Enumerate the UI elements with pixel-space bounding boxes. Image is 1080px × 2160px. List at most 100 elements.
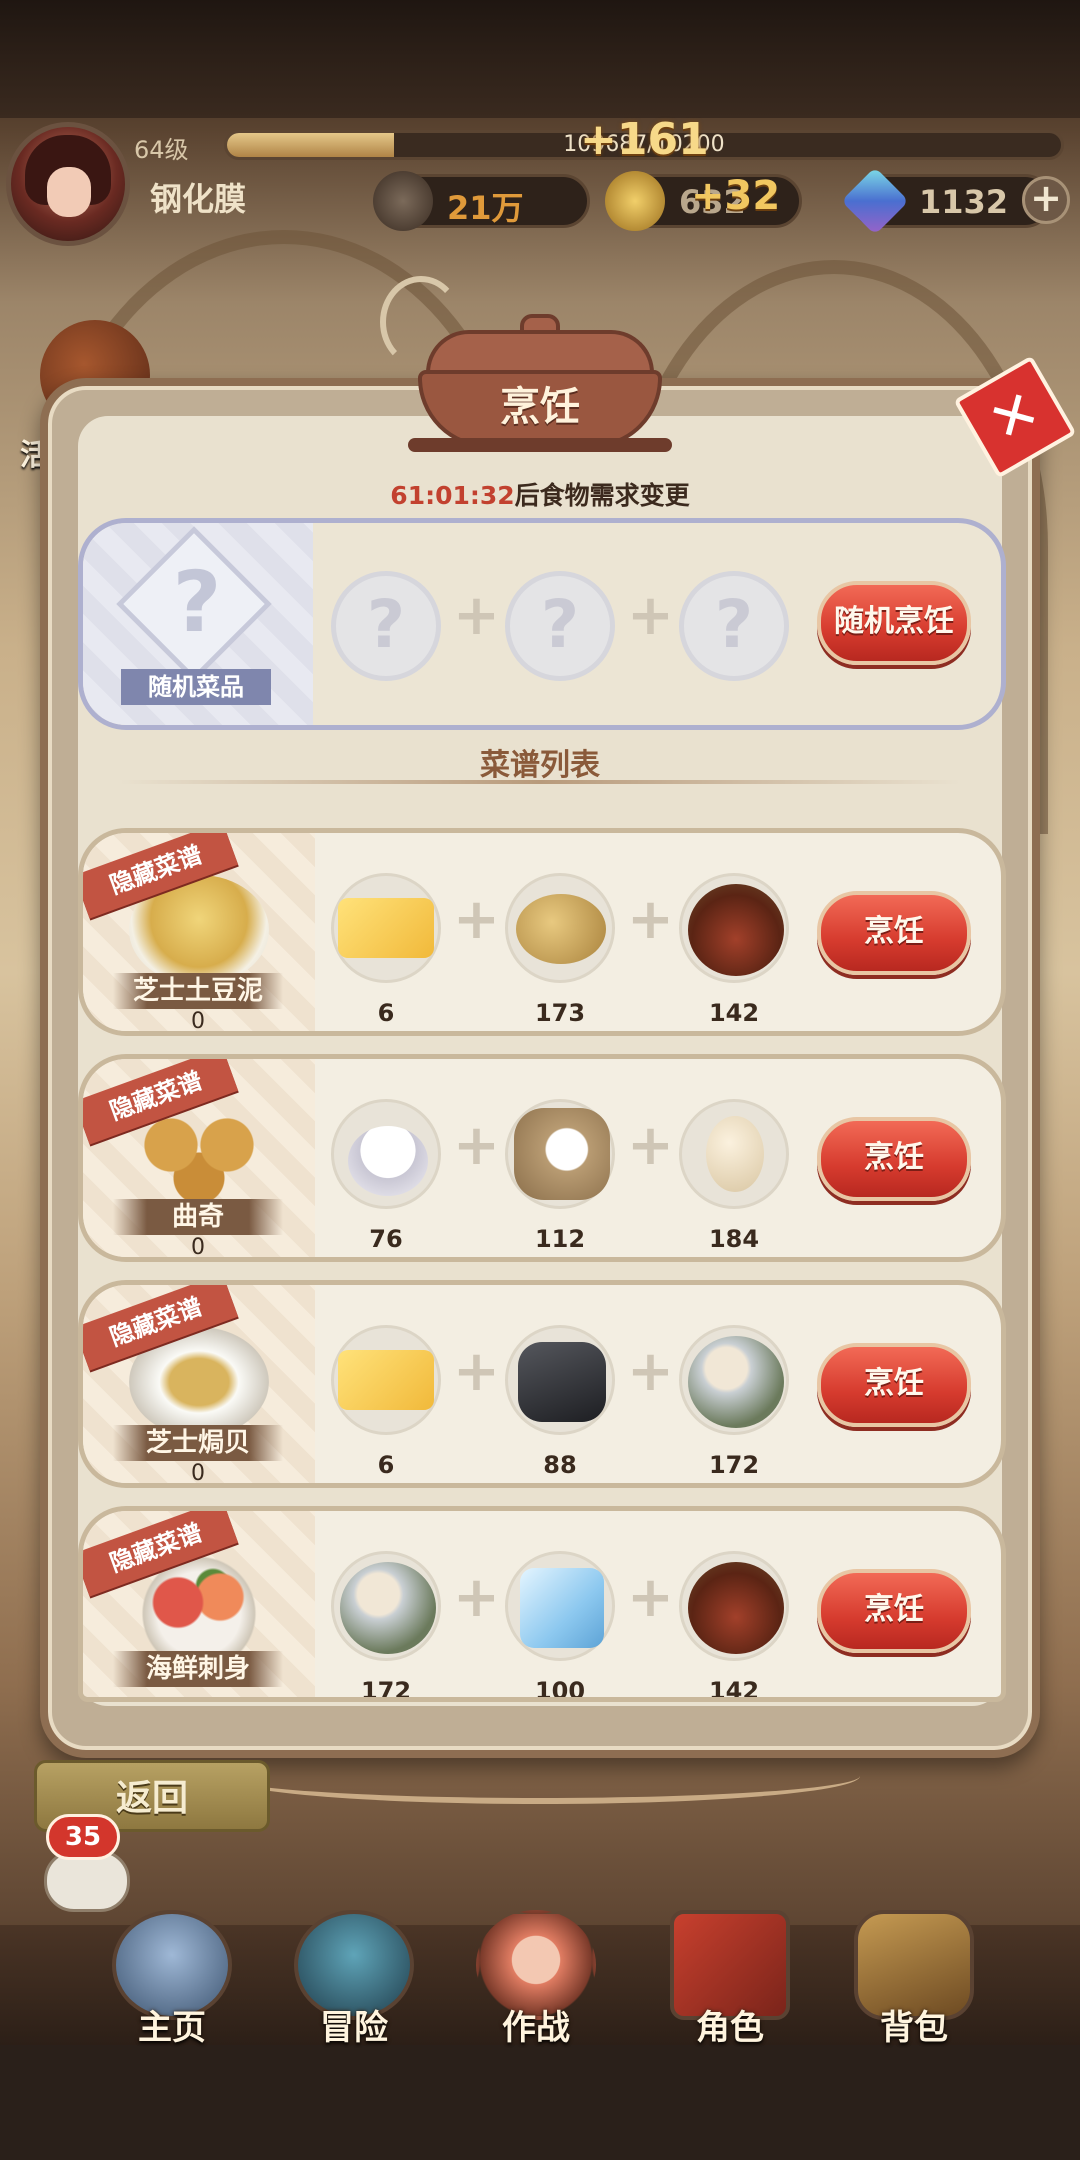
nav-adventure[interactable]: 冒险 xyxy=(274,1900,434,2050)
cheese-icon xyxy=(338,898,434,958)
cook-button[interactable]: 烹饪 xyxy=(817,1343,971,1427)
avatar-face xyxy=(47,167,91,217)
unknown-ingredient-icon: ? xyxy=(679,571,789,681)
nav-home-label: 主页 xyxy=(138,2008,206,2048)
ingredient-count: 142 xyxy=(708,999,760,1027)
ingredient-count: 112 xyxy=(534,1225,586,1253)
cook-button[interactable]: 烹饪 xyxy=(817,1117,971,1201)
ingredient-count: 88 xyxy=(543,1451,577,1479)
random-cook-button[interactable]: 随机烹饪 xyxy=(817,581,971,665)
plus-icon: + xyxy=(627,1113,674,1178)
chat-unread-badge: 35 xyxy=(46,1814,120,1860)
gold-pill: 632 +32 xyxy=(605,171,802,231)
nav-battle[interactable]: 作战 xyxy=(456,1900,616,2050)
panel-title: 烹饪 xyxy=(500,384,580,430)
recipe-count: 0 xyxy=(191,1009,205,1034)
egg-icon xyxy=(706,1116,764,1192)
salt-bowl-icon xyxy=(348,1126,428,1196)
ingredient-slot[interactable] xyxy=(505,1551,615,1661)
random-dish-name: 随机菜品 xyxy=(121,669,271,705)
nav-backpack-label: 背包 xyxy=(880,2008,948,2048)
bottom-navigation: 主页 冒险 作战 角色 背包 xyxy=(0,1900,1080,2060)
player-hud: 64级 109687/10200 +161 钢化膜 21万 632 +32 11… xyxy=(0,114,1080,268)
nav-backpack[interactable]: 背包 xyxy=(834,1900,994,2050)
ingredient-slot[interactable] xyxy=(679,873,789,983)
plus-icon: + xyxy=(453,887,500,952)
recipe-list-title: 菜谱列表 xyxy=(480,748,600,783)
player-avatar[interactable] xyxy=(6,122,130,246)
plus-icon: + xyxy=(627,1565,674,1630)
nav-adventure-label: 冒险 xyxy=(320,2008,388,2048)
recipe-dish-slot[interactable]: 隐藏菜谱 芝士土豆泥 0 xyxy=(83,833,315,1031)
swords-icon xyxy=(373,171,433,231)
ingredient-slot[interactable] xyxy=(679,1099,789,1209)
ingredient-slot[interactable] xyxy=(505,1099,615,1209)
ingredient-slot[interactable] xyxy=(505,873,615,983)
recipe-count: 0 xyxy=(191,1461,205,1486)
ice-cube-icon xyxy=(520,1568,604,1648)
nav-battle-label: 作战 xyxy=(502,2008,570,2048)
plus-icon: + xyxy=(453,583,500,648)
nav-character-label: 角色 xyxy=(696,2008,764,2048)
recipe-card: 隐藏菜谱 芝士土豆泥 0 6 + 173 + 142 烹饪 xyxy=(78,828,1006,1036)
recipe-dish-slot[interactable]: 隐藏菜谱 芝士焗贝 0 xyxy=(83,1285,315,1483)
plus-icon: + xyxy=(627,1339,674,1404)
ingredient-slot[interactable] xyxy=(505,1325,615,1435)
ingredient-slot[interactable] xyxy=(331,1551,441,1661)
panel-bottom-ornament xyxy=(220,1748,860,1804)
cheese-icon xyxy=(338,1350,434,1410)
ingredient-slot[interactable] xyxy=(679,1551,789,1661)
timer-suffix: 后食物需求变更 xyxy=(514,481,690,510)
ingredient-count: 184 xyxy=(708,1225,760,1253)
question-mark-icon: ? xyxy=(172,553,222,651)
add-gems-button[interactable]: + xyxy=(1022,176,1070,224)
coin-icon xyxy=(605,171,665,231)
spice-icon xyxy=(688,884,784,976)
plus-icon: + xyxy=(453,1113,500,1178)
ingredient-count: 173 xyxy=(534,999,586,1027)
random-recipe-card: ? 随机菜品 ? + ? + ? 随机烹饪 xyxy=(78,518,1006,730)
timer-value: 61:01:32 xyxy=(390,481,515,510)
cook-button[interactable]: 烹饪 xyxy=(817,1569,971,1653)
nav-home[interactable]: 主页 xyxy=(92,1900,252,2050)
unknown-ingredient-icon: ? xyxy=(331,571,441,681)
recipe-card: 隐藏菜谱 曲奇 0 76 + 112 + 184 烹饪 xyxy=(78,1054,1006,1262)
plus-icon: + xyxy=(453,1565,500,1630)
random-dish-slot: ? 随机菜品 xyxy=(83,523,313,725)
seaweed-icon xyxy=(518,1342,606,1422)
top-bar-background xyxy=(0,0,1080,118)
ingredient-slot[interactable] xyxy=(331,873,441,983)
gem-value: 1132 xyxy=(919,183,1009,221)
xp-gain-popup: +161 xyxy=(580,114,709,165)
gem-icon xyxy=(841,167,909,235)
seafood-icon xyxy=(688,1336,784,1428)
plus-icon: + xyxy=(627,887,674,952)
cooking-pot-header: 烹饪 xyxy=(408,300,672,452)
ingredient-count: 100 xyxy=(534,1677,586,1702)
gold-gain-popup: +32 xyxy=(691,173,781,219)
section-divider xyxy=(120,780,960,784)
ingredient-count: 6 xyxy=(377,1451,395,1479)
recipe-count: 0 xyxy=(191,1235,205,1260)
recipe-card: 隐藏菜谱 海鲜刺身 172 + 100 + 142 烹饪 xyxy=(78,1506,1006,1702)
cook-button[interactable]: 烹饪 xyxy=(817,891,971,975)
flour-sack-icon xyxy=(514,1108,610,1200)
recipe-dish-slot[interactable]: 隐藏菜谱 曲奇 0 xyxy=(83,1059,315,1257)
footer-strip xyxy=(0,2045,1080,2160)
recipe-name: 芝士土豆泥 xyxy=(113,973,283,1009)
recipe-name: 曲奇 xyxy=(113,1199,283,1235)
nav-character[interactable]: 角色 xyxy=(650,1900,810,2050)
recipe-dish-slot[interactable]: 隐藏菜谱 海鲜刺身 xyxy=(83,1511,315,1697)
recipe-name: 芝士焗贝 xyxy=(113,1425,283,1461)
plus-icon: + xyxy=(627,583,674,648)
fork-knife-icon: ✕ xyxy=(978,376,1052,457)
power-value: 21万 xyxy=(447,189,524,227)
demand-timer: 61:01:32后食物需求变更 xyxy=(0,476,1080,512)
ingredient-slot[interactable] xyxy=(331,1099,441,1209)
unknown-ingredient-icon: ? xyxy=(505,571,615,681)
spice-icon xyxy=(688,1562,784,1654)
ingredient-slot[interactable] xyxy=(679,1325,789,1435)
recipe-name: 海鲜刺身 xyxy=(113,1651,283,1687)
power-pill: 21万 xyxy=(373,171,590,231)
ingredient-slot[interactable] xyxy=(331,1325,441,1435)
